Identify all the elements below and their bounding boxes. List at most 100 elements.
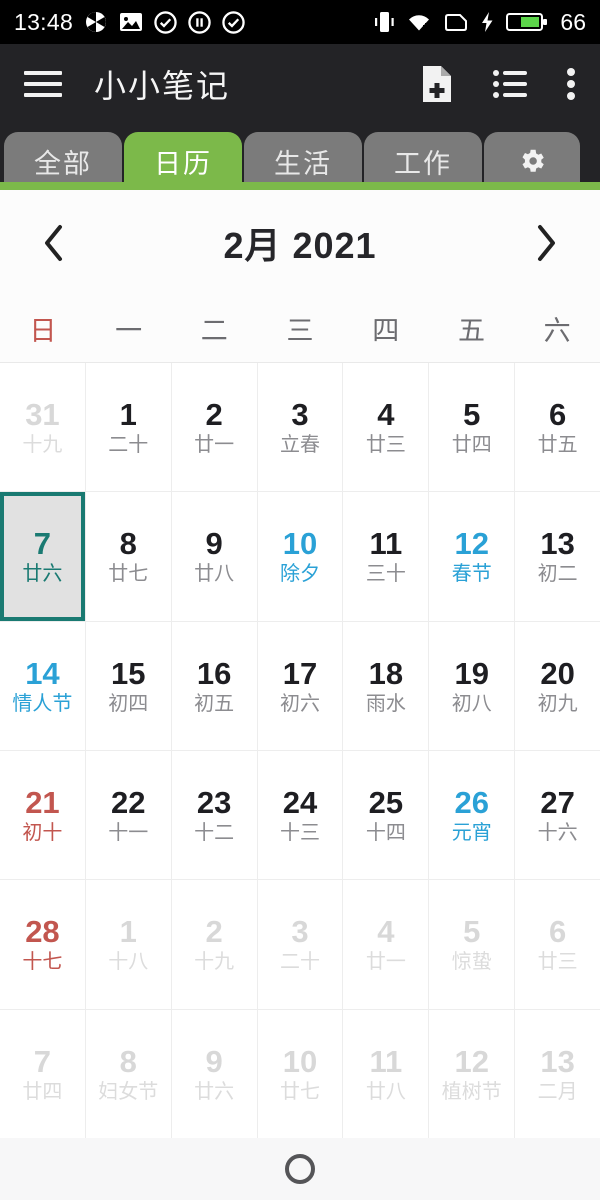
- list-view-icon[interactable]: [492, 68, 528, 100]
- day-lunar-label: 二十: [108, 434, 149, 457]
- day-lunar-label: 十四: [365, 822, 406, 845]
- calendar-day-cell[interactable]: 13 二月: [515, 1010, 600, 1138]
- weekday-wed: 三: [286, 316, 314, 346]
- calendar-week-row: 14 情人节 15 初四 16 初五 17 初六 18 雨水 19 初八 20 初九: [0, 621, 600, 751]
- battery-percentage: 66: [560, 8, 586, 35]
- calendar-day-cell[interactable]: 31 十九: [0, 363, 86, 492]
- calendar-day-cell[interactable]: 11 廿八: [343, 1009, 430, 1138]
- overflow-menu-icon[interactable]: [566, 67, 576, 101]
- day-number: 13: [540, 526, 575, 562]
- calendar-day-cell[interactable]: 5 惊蛰: [429, 880, 516, 1009]
- day-number: 18: [368, 655, 404, 691]
- day-number: 6: [548, 397, 567, 433]
- new-note-icon[interactable]: [420, 64, 454, 104]
- month-title: 2月 2021: [223, 224, 377, 266]
- calendar-day-cell[interactable]: 28 十七: [0, 880, 86, 1009]
- battery-icon: [506, 11, 548, 33]
- calendar-day-cell[interactable]: 11 三十: [343, 492, 430, 621]
- day-number: 2: [205, 914, 223, 950]
- day-lunar-label: 廿八: [194, 563, 235, 586]
- calendar-day-cell[interactable]: 23 十二: [172, 750, 258, 880]
- day-number: 26: [454, 785, 489, 821]
- calendar-day-cell[interactable]: 5 廿四: [429, 363, 516, 492]
- day-lunar-label: 十六: [537, 822, 578, 845]
- shutter-icon: [84, 10, 108, 34]
- day-number: 8: [119, 1043, 137, 1079]
- day-lunar-label: 三十: [365, 563, 406, 586]
- calendar-day-cell[interactable]: 24 十三: [258, 750, 344, 880]
- status-bar: 13:48 66: [0, 0, 600, 44]
- day-number: 27: [540, 785, 575, 821]
- check-circle-icon: [222, 10, 245, 34]
- day-number: 12: [454, 526, 489, 562]
- wifi-icon: [406, 11, 432, 33]
- calendar-day-cell[interactable]: 2 十九: [172, 880, 258, 1009]
- gallery-icon: [119, 11, 143, 33]
- calendar-day-cell[interactable]: 2 廿一: [172, 363, 258, 492]
- day-lunar-label: 二十: [280, 951, 320, 974]
- calendar-day-cell[interactable]: 27 十六: [515, 751, 600, 879]
- calendar-day-cell[interactable]: 26 元宵: [429, 750, 516, 880]
- day-number: 3: [291, 397, 309, 433]
- calendar-day-cell[interactable]: 12 春节: [429, 492, 516, 621]
- prev-month-icon[interactable]: [24, 213, 84, 273]
- calendar-day-cell[interactable]: 9 廿八: [172, 492, 258, 621]
- calendar-day-cell[interactable]: 12 植树节: [429, 1009, 516, 1138]
- day-number: 12: [454, 1043, 489, 1079]
- calendar-day-cell[interactable]: 7 廿四: [0, 1009, 86, 1138]
- calendar-day-cell[interactable]: 10 除夕: [258, 492, 344, 621]
- day-lunar-label: 惊蛰: [451, 951, 492, 974]
- day-number: 25: [368, 785, 404, 821]
- calendar-day-cell[interactable]: 8 廿七: [86, 492, 172, 621]
- calendar-day-cell[interactable]: 3 二十: [258, 880, 344, 1009]
- calendar-day-cell[interactable]: 4 廿一: [343, 880, 430, 1009]
- calendar-week-row: 21 初十 22 十一 23 十二 24 十三 25 十四 26 元宵 27 十六: [0, 750, 600, 881]
- calendar-day-cell-selected[interactable]: 7 廿六: [0, 492, 86, 621]
- system-navigation-bar: [0, 1138, 600, 1200]
- day-number: 11: [369, 526, 403, 562]
- calendar-day-cell[interactable]: 21 初十: [0, 750, 86, 880]
- calendar-day-cell[interactable]: 16 初五: [172, 621, 258, 750]
- calendar-day-cell[interactable]: 19 初八: [429, 621, 516, 750]
- weekday-sun: 日: [29, 316, 57, 346]
- app-title: 小小笔记: [94, 68, 231, 104]
- day-lunar-label: 十九: [22, 434, 63, 457]
- calendar-day-cell[interactable]: 3 立春: [258, 363, 344, 492]
- hamburger-menu-icon[interactable]: [24, 71, 62, 97]
- calendar-day-cell[interactable]: 9 廿六: [172, 1009, 258, 1138]
- calendar-day-cell[interactable]: 10 廿七: [258, 1009, 344, 1138]
- day-number: 1: [119, 397, 137, 433]
- calendar-day-cell[interactable]: 14 情人节: [0, 621, 86, 750]
- day-number: 10: [282, 1043, 318, 1079]
- home-circle-icon[interactable]: [285, 1154, 315, 1184]
- calendar-day-cell[interactable]: 18 雨水: [343, 621, 430, 750]
- day-number: 11: [369, 1043, 403, 1079]
- day-number: 3: [291, 914, 309, 950]
- calendar-day-cell[interactable]: 6 廿五: [515, 363, 600, 491]
- day-number: 24: [282, 785, 318, 821]
- calendar-day-cell[interactable]: 6 廿三: [515, 880, 600, 1008]
- day-lunar-label: 除夕: [280, 563, 320, 586]
- charging-bolt-icon: [480, 11, 494, 33]
- weekday-sat: 六: [543, 316, 571, 346]
- calendar-day-cell[interactable]: 8 妇女节: [86, 1009, 172, 1138]
- day-number: 14: [25, 655, 60, 691]
- day-number: 13: [540, 1043, 575, 1079]
- calendar-day-cell[interactable]: 20 初九: [515, 622, 600, 750]
- calendar-day-cell[interactable]: 15 初四: [86, 621, 172, 750]
- pause-circle-icon: [188, 10, 211, 34]
- calendar-day-cell[interactable]: 17 初六: [258, 621, 344, 750]
- day-lunar-label: 雨水: [365, 692, 406, 715]
- vibrate-icon: [374, 10, 395, 34]
- app-bar-actions: [420, 64, 576, 104]
- calendar-day-cell[interactable]: 25 十四: [343, 750, 430, 880]
- calendar-day-cell[interactable]: 22 十一: [86, 750, 172, 880]
- calendar-day-cell[interactable]: 4 廿三: [343, 363, 430, 492]
- day-lunar-label: 初十: [22, 822, 63, 845]
- tab-underline: [0, 182, 600, 190]
- calendar-day-cell[interactable]: 13 初二: [515, 492, 600, 620]
- calendar-day-cell[interactable]: 1 十八: [86, 880, 172, 1009]
- day-number: 2: [205, 397, 223, 433]
- calendar-day-cell[interactable]: 1 二十: [86, 363, 172, 492]
- next-month-icon[interactable]: [516, 213, 576, 273]
